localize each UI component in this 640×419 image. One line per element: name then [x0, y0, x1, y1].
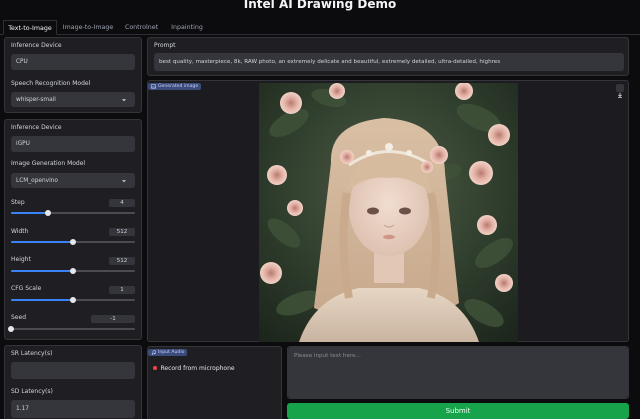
slider-seed-value[interactable]: -1	[91, 315, 135, 323]
slider-cfg-fill	[11, 299, 73, 301]
slider-width-fill	[11, 241, 73, 243]
slider-step-label: Step	[11, 199, 25, 206]
slider-width-track[interactable]	[11, 239, 135, 245]
generated-image	[259, 83, 518, 342]
slider-height-value[interactable]: 512	[109, 257, 135, 265]
latency-panel: SR Latency(s) SD Latency(s) 1.17	[4, 345, 142, 419]
slider-step-fill	[11, 212, 49, 214]
slider-step-thumb[interactable]	[45, 210, 52, 216]
image-icon	[151, 84, 156, 89]
sr-latency-field	[11, 362, 135, 379]
generated-image-badge-label: Generated image	[158, 84, 199, 89]
tab-bar: Text-to-Image Image-to-Image Controlnet …	[0, 20, 640, 35]
prompt-label: Prompt	[154, 42, 176, 49]
generated-image-panel: Generated image	[147, 80, 629, 342]
slider-seed-thumb[interactable]	[8, 326, 14, 332]
slider-step-value[interactable]: 4	[109, 199, 135, 207]
slider-cfg-label: CFG Scale	[11, 285, 42, 292]
record-button[interactable]: Record from microphone	[153, 363, 235, 373]
slider-height-fill	[11, 270, 73, 272]
speech-model-label: Speech Recognition Model	[11, 80, 91, 87]
music-icon	[151, 350, 156, 355]
slider-cfg-thumb[interactable]	[70, 297, 76, 303]
speech-settings-panel: Inference Device CPU Speech Recognition …	[4, 37, 142, 113]
speech-model-dropdown[interactable]: whisper-small	[11, 92, 135, 107]
slider-cfg-track[interactable]	[11, 297, 135, 303]
slider-height-track[interactable]	[11, 268, 135, 274]
text-input[interactable]: Please input text here...	[288, 347, 628, 398]
tab-image-to-image[interactable]: Image-to-Image	[59, 20, 117, 35]
download-icon[interactable]	[616, 84, 624, 98]
image-settings-panel: Inference Device iGPU Image Generation M…	[4, 119, 142, 340]
image-model-dropdown[interactable]: LCM_openvino	[11, 173, 135, 188]
slider-height-thumb[interactable]	[70, 268, 76, 274]
slider-cfg-value[interactable]: 1	[109, 286, 135, 294]
image-device-label: Inference Device	[11, 124, 62, 131]
app-title: Intel AI Drawing Demo	[243, 0, 397, 11]
speech-model-value: whisper-small	[16, 96, 56, 103]
tab-inpainting[interactable]: Inpainting	[165, 20, 209, 35]
image-device-field[interactable]: iGPU	[11, 136, 135, 152]
slider-width-thumb[interactable]	[70, 239, 76, 245]
slider-seed-track[interactable]	[8, 326, 135, 332]
slider-seed-label: Seed	[11, 314, 26, 321]
text-input-panel: Please input text here...	[287, 346, 629, 399]
tab-text-to-image[interactable]: Text-to-Image	[3, 20, 57, 35]
speech-device-label: Inference Device	[11, 42, 62, 49]
slider-width-label: Width	[11, 228, 29, 235]
record-dot-icon	[153, 366, 157, 370]
image-model-label: Image Generation Model	[11, 160, 86, 167]
tab-controlnet[interactable]: Controlnet	[119, 20, 164, 35]
prompt-panel: Prompt best quality, masterpiece, 8k, RA…	[147, 37, 629, 76]
input-audio-panel: Input Audio Record from microphone	[147, 346, 282, 419]
slider-step-track[interactable]	[11, 210, 135, 216]
slider-height-label: Height	[11, 256, 31, 263]
input-audio-badge: Input Audio	[148, 349, 188, 356]
input-audio-badge-label: Input Audio	[158, 350, 185, 355]
sr-latency-label: SR Latency(s)	[11, 350, 53, 357]
chevron-down-icon	[122, 179, 126, 182]
sd-latency-field: 1.17	[11, 400, 135, 418]
speech-device-field[interactable]: CPU	[11, 54, 135, 70]
chevron-down-icon	[122, 98, 126, 101]
slider-width-value[interactable]: 512	[109, 228, 135, 236]
sd-latency-label: SD Latency(s)	[11, 388, 53, 395]
generated-image-badge: Generated image	[148, 83, 202, 90]
prompt-input[interactable]: best quality, masterpiece, 8k, RAW photo…	[154, 53, 624, 71]
record-label: Record from microphone	[160, 364, 235, 372]
image-model-value: LCM_openvino	[16, 177, 58, 184]
submit-button[interactable]: Submit	[287, 403, 629, 419]
